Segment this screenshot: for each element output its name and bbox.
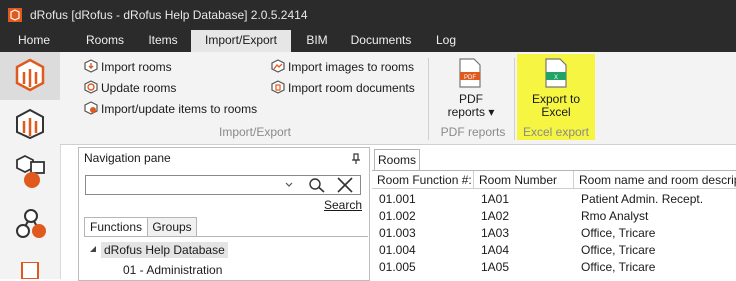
tab-underline bbox=[84, 236, 368, 237]
pdf-icon-text: PDF bbox=[464, 75, 476, 81]
ribbon-separator bbox=[428, 58, 429, 140]
items-view-button[interactable] bbox=[10, 152, 50, 192]
menu-tab-log[interactable]: Log bbox=[425, 30, 467, 52]
menu-tab-home[interactable]: Home bbox=[5, 30, 63, 52]
cell-room-number: 1A03 bbox=[481, 226, 510, 240]
cell-room-number: 1A01 bbox=[481, 192, 510, 206]
menu-tab-documents[interactable]: Documents bbox=[343, 30, 419, 52]
excel-export-group-label: Excel export bbox=[522, 125, 590, 139]
import-export-group-label: Import/Export bbox=[218, 125, 292, 139]
pdf-label-line2: reports ▾ bbox=[447, 105, 495, 119]
import-documents-icon bbox=[271, 80, 285, 94]
navigation-pane-title: Navigation pane bbox=[84, 151, 171, 165]
column-header-room-number[interactable]: Room Number bbox=[474, 171, 574, 189]
cell-room-number: 1A02 bbox=[481, 209, 510, 223]
menu-tab-bim[interactable]: BIM bbox=[296, 30, 338, 52]
menu-tab-rooms[interactable]: Rooms bbox=[75, 30, 135, 52]
cell-room-name: Office, Tricare bbox=[581, 260, 656, 274]
relations-icon bbox=[16, 209, 46, 238]
ribbon: Import rooms Update rooms Import/update … bbox=[60, 52, 736, 145]
clear-icon[interactable] bbox=[336, 177, 354, 193]
cell-room-function: 01.002 bbox=[379, 209, 416, 223]
table-row[interactable]: 01.004 1A04 Office, Tricare bbox=[372, 242, 736, 259]
rooms-view-button[interactable] bbox=[0, 52, 60, 100]
pin-icon[interactable] bbox=[351, 153, 361, 165]
export-to-excel-label: Export to Excel bbox=[522, 93, 590, 119]
pdf-reports-button[interactable]: PDF PDF reports ▾ bbox=[442, 56, 500, 122]
search-box bbox=[85, 175, 361, 195]
excel-icon-text: X bbox=[554, 75, 558, 81]
left-toolbar bbox=[0, 52, 61, 279]
cell-room-name: Rmo Analyst bbox=[581, 209, 649, 223]
table-row[interactable]: 01.002 1A02 Rmo Analyst bbox=[372, 208, 736, 225]
column-header-room-name[interactable]: Room name and room descrip bbox=[574, 171, 736, 189]
import-rooms-label: Import rooms bbox=[101, 60, 172, 74]
cell-room-function: 01.005 bbox=[379, 260, 416, 274]
import-room-documents-label: Import room documents bbox=[288, 81, 415, 95]
navigation-pane: Navigation pane Search Functions Groups … bbox=[78, 147, 370, 281]
import-update-items-label: Import/update items to rooms bbox=[101, 102, 258, 116]
cell-room-name: Office, Tricare bbox=[581, 226, 656, 240]
tree-child-item[interactable]: 01 - Administration bbox=[123, 262, 222, 278]
update-rooms-icon bbox=[84, 80, 98, 94]
search-input[interactable] bbox=[88, 177, 278, 193]
pdf-file-icon: PDF bbox=[459, 58, 481, 88]
tab-rooms[interactable]: Rooms bbox=[374, 149, 420, 170]
cell-room-function: 01.003 bbox=[379, 226, 416, 240]
cell-room-number: 1A05 bbox=[481, 260, 510, 274]
excel-label-line2: Excel bbox=[541, 105, 571, 119]
tree-expand-icon[interactable] bbox=[89, 245, 97, 253]
cell-room-name: Office, Tricare bbox=[581, 243, 656, 257]
search-link[interactable]: Search bbox=[324, 198, 362, 212]
chevron-down-icon[interactable] bbox=[284, 181, 294, 189]
rooms-table-body: 01.001 1A01 Patient Admin. Recept. 01.00… bbox=[372, 191, 736, 279]
items-shapes-icon bbox=[16, 154, 45, 188]
app-logo-icon bbox=[8, 8, 22, 22]
menu-bar: Home Rooms Items Import/Export BIM Docum… bbox=[0, 30, 736, 52]
import-images-icon bbox=[271, 59, 285, 73]
table-row[interactable]: 01.005 1A05 Office, Tricare bbox=[372, 259, 736, 276]
menu-tab-import-export[interactable]: Import/Export bbox=[191, 30, 291, 52]
import-images-button[interactable]: Import images to rooms bbox=[271, 57, 414, 77]
import-rooms-icon bbox=[84, 59, 98, 73]
import-rooms-button[interactable]: Import rooms bbox=[84, 57, 172, 77]
tab-groups[interactable]: Groups bbox=[147, 217, 197, 236]
cell-room-function: 01.004 bbox=[379, 243, 416, 257]
document-icon bbox=[21, 262, 39, 279]
table-row[interactable]: 01.001 1A01 Patient Admin. Recept. bbox=[372, 191, 736, 208]
cell-room-function: 01.001 bbox=[379, 192, 416, 206]
rooms-pane: Rooms Room Function #: Room Number Room … bbox=[372, 147, 736, 279]
import-images-label: Import images to rooms bbox=[288, 60, 415, 74]
tab-functions[interactable]: Functions bbox=[84, 217, 148, 236]
pdf-reports-group-label: PDF reports bbox=[440, 125, 506, 139]
export-to-excel-button[interactable]: X Export to Excel bbox=[522, 56, 590, 122]
window-title: dRofus [dRofus - dRofus Help Database] 2… bbox=[30, 8, 308, 22]
ribbon-separator bbox=[514, 58, 515, 140]
update-rooms-label: Update rooms bbox=[101, 81, 177, 95]
relations-view-button[interactable] bbox=[10, 204, 50, 244]
building-view-button[interactable] bbox=[10, 104, 50, 144]
rooms-cube-icon bbox=[15, 58, 45, 92]
import-items-icon bbox=[84, 101, 98, 115]
pdf-reports-label: PDF reports ▾ bbox=[442, 93, 500, 119]
menu-tab-items[interactable]: Items bbox=[138, 30, 188, 52]
import-room-documents-button[interactable]: Import room documents bbox=[271, 78, 415, 98]
column-header-room-function[interactable]: Room Function #: bbox=[372, 171, 474, 189]
title-bar: dRofus [dRofus - dRofus Help Database] 2… bbox=[0, 0, 736, 30]
cell-room-number: 1A04 bbox=[481, 243, 510, 257]
import-update-items-button[interactable]: Import/update items to rooms bbox=[84, 99, 257, 119]
table-row[interactable]: 01.003 1A03 Office, Tricare bbox=[372, 225, 736, 242]
building-icon bbox=[16, 108, 44, 140]
cell-room-name: Patient Admin. Recept. bbox=[581, 192, 704, 206]
update-rooms-button[interactable]: Update rooms bbox=[84, 78, 176, 98]
search-icon[interactable] bbox=[308, 177, 326, 193]
excel-file-icon: X bbox=[545, 58, 567, 88]
tree-root-item[interactable]: dRofus Help Database bbox=[101, 242, 228, 258]
documents-view-button[interactable] bbox=[10, 256, 50, 279]
